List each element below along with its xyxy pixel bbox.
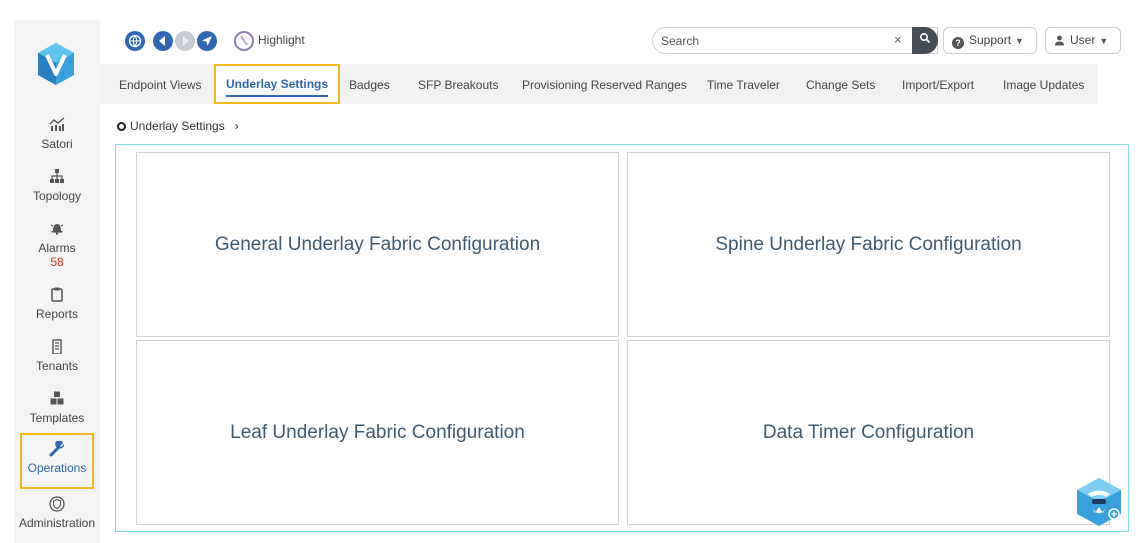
highlight-icon[interactable] [234,31,254,51]
close-icon[interactable]: × [894,32,902,47]
topology-icon [14,169,100,187]
breadcrumb: Underlay Settings › [117,119,239,133]
leaf-underlay-card[interactable]: Leaf Underlay Fabric Configuration [136,340,619,525]
support-dropdown[interactable]: ? Support ▼ [943,27,1037,54]
top-toolbar: Highlight × ?Support▼ User▼ [100,20,1143,64]
wrench-icon [22,440,92,459]
back-arrow-icon[interactable] [153,31,173,51]
sidebar-item-label: Reports [35,307,79,321]
sidebar-item-reports[interactable]: Reports [14,287,100,339]
tab-import-export[interactable]: Import/Export [902,64,974,104]
forward-arrow-icon[interactable] [175,31,195,51]
navigate-icon[interactable] [197,31,217,51]
app-root: Satori Topology Alarms 58 Reports Tenant… [0,0,1143,543]
sidebar-item-label: Satori [41,137,73,151]
sidebar-item-satori[interactable]: Satori [14,117,100,169]
general-underlay-card[interactable]: General Underlay Fabric Configuration [136,152,619,337]
chevron-down-icon: ▼ [1099,36,1109,46]
chevron-right-icon: › [234,119,239,133]
cubes-icon [14,391,100,409]
highlight-label[interactable]: Highlight [258,33,305,47]
sidebar-item-topology[interactable]: Topology [14,169,100,221]
sidebar-item-label: Topology [32,189,82,203]
question-icon: ? [952,37,964,49]
tab-provisioning-reserved-ranges[interactable]: Provisioning Reserved Ranges [522,64,687,104]
data-timer-card[interactable]: Data Timer Configuration [627,340,1110,525]
alarm-bell-icon [14,221,100,239]
assistant-icon[interactable] [1075,477,1123,527]
alarm-count-badge: 58 [50,255,64,269]
sidebar-item-label: Alarms [38,241,76,255]
content-panel: General Underlay Fabric Configuration Sp… [115,144,1129,532]
sidebar: Satori Topology Alarms 58 Reports Tenant… [14,20,100,543]
logo-icon[interactable] [36,42,76,86]
sidebar-item-operations[interactable]: Operations [20,433,94,489]
tab-image-updates[interactable]: Image Updates [1003,64,1084,104]
circle-icon [117,122,126,131]
search-input[interactable] [661,32,881,50]
tab-badges[interactable]: Badges [349,64,390,104]
tab-change-sets[interactable]: Change Sets [806,64,875,104]
breadcrumb-item[interactable]: Underlay Settings [130,119,225,133]
search-box: × [652,27,938,54]
sidebar-item-label: Administration [18,516,96,530]
shield-icon [14,496,100,514]
sidebar-item-label: Operations [27,461,87,475]
chevron-down-icon: ▼ [1015,36,1024,46]
card-title: General Underlay Fabric Configuration [214,233,541,255]
spine-underlay-card[interactable]: Spine Underlay Fabric Configuration [627,152,1110,337]
user-dropdown[interactable]: User ▼ [1045,27,1121,54]
user-icon [1054,30,1065,55]
sidebar-item-alarms[interactable]: Alarms 58 [14,221,100,273]
building-icon [14,339,100,357]
sidebar-item-administration[interactable]: Administration [14,496,100,543]
search-button[interactable] [912,27,938,54]
globe-icon[interactable] [125,31,145,51]
search-icon [919,32,931,44]
tab-endpoint-views[interactable]: Endpoint Views [119,64,202,104]
card-title: Spine Underlay Fabric Configuration [715,233,1022,255]
sidebar-item-label: Tenants [35,359,79,373]
card-title: Leaf Underlay Fabric Configuration [230,421,525,443]
tab-bar: Endpoint Views Underlay Settings Badges … [100,64,1098,104]
card-title: Data Timer Configuration [762,421,975,443]
sidebar-item-label: Templates [29,411,85,425]
user-label: User [1070,33,1096,47]
support-label: Support [969,33,1012,47]
tab-underlay-settings[interactable]: Underlay Settings [214,64,341,104]
clipboard-icon [14,287,100,305]
satori-icon [14,117,100,135]
tab-sfp-breakouts[interactable]: SFP Breakouts [418,64,498,104]
tab-time-traveler[interactable]: Time Traveler [707,64,780,104]
sidebar-item-tenants[interactable]: Tenants [14,339,100,391]
